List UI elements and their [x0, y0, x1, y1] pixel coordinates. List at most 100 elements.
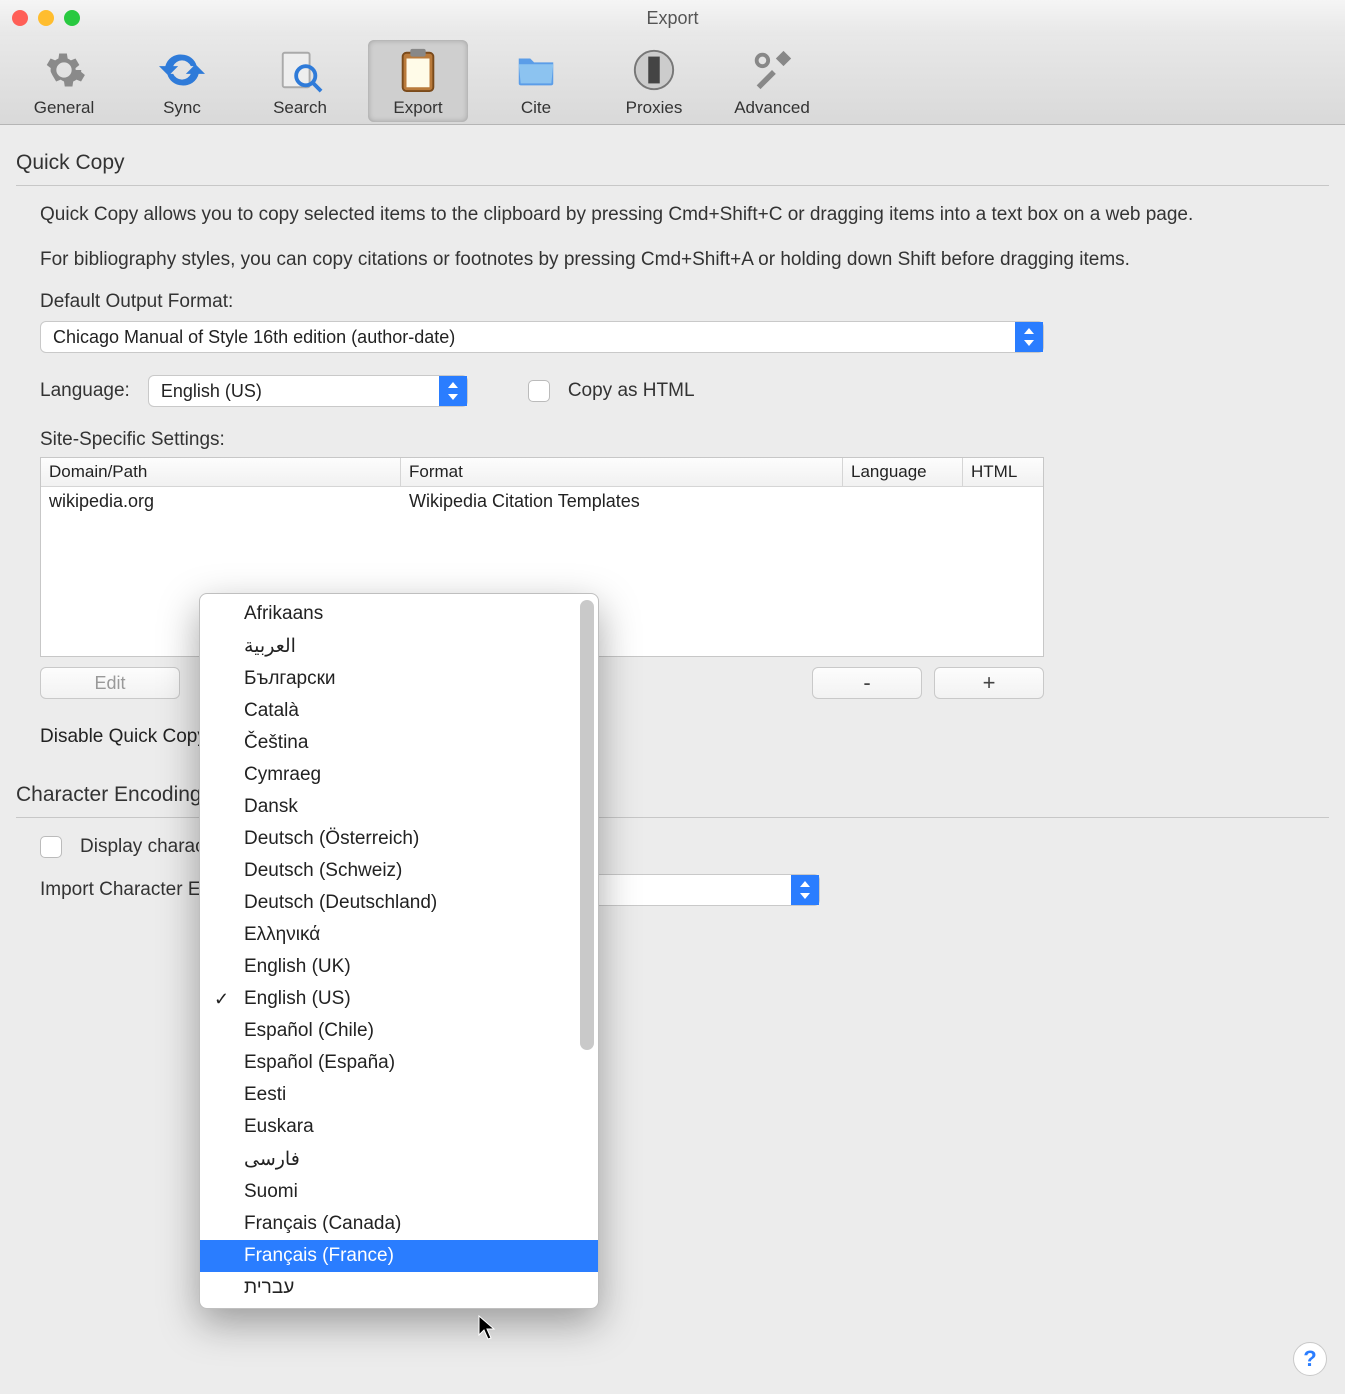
language-option-label: العربية — [244, 636, 296, 657]
tab-sync[interactable]: Sync — [132, 40, 232, 122]
language-option[interactable]: Cymraeg — [200, 759, 598, 791]
edit-button[interactable]: Edit — [40, 667, 180, 699]
language-option-label: English (US) — [244, 988, 351, 1009]
col-language[interactable]: Language — [843, 458, 963, 486]
language-option[interactable]: Ελληνικά — [200, 919, 598, 951]
help-button[interactable]: ? — [1293, 1342, 1327, 1376]
remove-button[interactable]: - — [812, 667, 922, 699]
language-option-label: Čeština — [244, 732, 308, 753]
tab-export[interactable]: Export — [368, 40, 468, 122]
language-option-label: Català — [244, 700, 299, 721]
language-option-label: Français (Canada) — [244, 1213, 401, 1234]
cell-html — [963, 487, 1043, 516]
language-option[interactable]: ✓ English (US) — [200, 983, 598, 1015]
language-option-label: עברית — [244, 1277, 294, 1298]
language-label: Language: — [40, 380, 130, 402]
language-option[interactable]: Français (Canada) — [200, 1208, 598, 1240]
language-option[interactable]: Dansk — [200, 791, 598, 823]
quick-copy-description-1: Quick Copy allows you to copy selected i… — [40, 202, 1321, 229]
check-icon: ✓ — [214, 989, 229, 1010]
tab-label: Advanced — [734, 98, 810, 118]
zoom-window-button[interactable] — [64, 10, 80, 26]
language-option-label: Français (France) — [244, 1245, 394, 1266]
language-option[interactable]: Deutsch (Schweiz) — [200, 855, 598, 887]
table-row[interactable]: wikipedia.org Wikipedia Citation Templat… — [41, 487, 1043, 516]
language-option-label: Español (Chile) — [244, 1020, 374, 1041]
folder-icon — [508, 42, 564, 98]
tab-label: Search — [273, 98, 327, 118]
cursor-icon — [478, 1315, 498, 1347]
close-window-button[interactable] — [12, 10, 28, 26]
language-option-label: Deutsch (Deutschland) — [244, 892, 437, 913]
language-option-label: Español (España) — [244, 1052, 395, 1073]
language-option-label: Deutsch (Schweiz) — [244, 860, 402, 881]
language-option-label: Cymraeg — [244, 764, 321, 785]
language-option[interactable]: Euskara — [200, 1111, 598, 1143]
preferences-toolbar: General Sync Search Export Cite Proxies — [0, 36, 1345, 125]
language-option[interactable]: Deutsch (Österreich) — [200, 823, 598, 855]
language-option[interactable]: Español (Chile) — [200, 1015, 598, 1047]
language-option[interactable]: فارسی — [200, 1143, 598, 1176]
tab-label: Cite — [521, 98, 551, 118]
language-option[interactable]: Deutsch (Deutschland) — [200, 887, 598, 919]
language-option[interactable]: Български — [200, 663, 598, 695]
language-option[interactable]: Čeština — [200, 727, 598, 759]
language-option[interactable]: Català — [200, 695, 598, 727]
language-option[interactable]: Français (France) — [200, 1240, 598, 1272]
language-option[interactable]: עברית — [200, 1272, 598, 1304]
window-controls — [12, 10, 80, 26]
window-titlebar: Export — [0, 0, 1345, 36]
cell-format: Wikipedia Citation Templates — [401, 487, 843, 516]
cell-domain: wikipedia.org — [41, 487, 401, 516]
language-option-label: Euskara — [244, 1116, 314, 1137]
language-option-label: Dansk — [244, 796, 298, 817]
default-output-format-label: Default Output Format: — [40, 291, 1329, 313]
col-domain[interactable]: Domain/Path — [41, 458, 401, 486]
minimize-window-button[interactable] — [38, 10, 54, 26]
clipboard-icon — [390, 42, 446, 98]
language-option-label: Български — [244, 668, 336, 689]
language-option-label: Deutsch (Österreich) — [244, 828, 419, 849]
default-output-format-value: Chicago Manual of Style 16th edition (au… — [53, 327, 455, 348]
quick-copy-description-2: For bibliography styles, you can copy ci… — [40, 247, 1321, 274]
language-option[interactable]: Suomi — [200, 1176, 598, 1208]
tab-general[interactable]: General — [14, 40, 114, 122]
tab-label: Sync — [163, 98, 201, 118]
language-option-label: Ελληνικά — [244, 924, 320, 945]
language-option[interactable]: Eesti — [200, 1079, 598, 1111]
add-button[interactable]: + — [934, 667, 1044, 699]
tab-label: General — [34, 98, 94, 118]
language-option-label: فارسی — [244, 1149, 300, 1170]
window-title: Export — [646, 8, 698, 29]
cell-language — [843, 487, 963, 516]
tab-proxies[interactable]: Proxies — [604, 40, 704, 122]
language-option[interactable]: العربية — [200, 630, 598, 663]
language-option-label: English (UK) — [244, 956, 351, 977]
language-option[interactable]: Afrikaans — [200, 598, 598, 630]
language-option[interactable]: Español (España) — [200, 1047, 598, 1079]
tab-label: Export — [393, 98, 442, 118]
tab-label: Proxies — [626, 98, 683, 118]
tab-search[interactable]: Search — [250, 40, 350, 122]
copy-as-html-label: Copy as HTML — [568, 380, 695, 402]
display-encoding-checkbox[interactable] — [40, 836, 62, 858]
copy-as-html-checkbox[interactable] — [528, 380, 550, 402]
language-select[interactable]: English (US) — [148, 375, 468, 407]
language-option-label: Eesti — [244, 1084, 286, 1105]
proxies-icon — [626, 42, 682, 98]
default-output-format-select[interactable]: Chicago Manual of Style 16th edition (au… — [40, 321, 1044, 353]
tab-advanced[interactable]: Advanced — [722, 40, 822, 122]
tools-icon — [744, 42, 800, 98]
col-html[interactable]: HTML — [963, 458, 1043, 486]
site-specific-settings-label: Site-Specific Settings: — [40, 429, 1329, 451]
search-icon — [272, 42, 328, 98]
language-dropdown-menu: Afrikaans العربية Български Català Čeština Cy… — [199, 593, 599, 1309]
sync-icon — [154, 42, 210, 98]
language-option-label: Suomi — [244, 1181, 298, 1202]
language-option-label: Afrikaans — [244, 603, 323, 624]
quick-copy-heading: Quick Copy — [16, 151, 1329, 186]
language-value: English (US) — [161, 381, 262, 402]
tab-cite[interactable]: Cite — [486, 40, 586, 122]
col-format[interactable]: Format — [401, 458, 843, 486]
language-option[interactable]: English (UK) — [200, 951, 598, 983]
